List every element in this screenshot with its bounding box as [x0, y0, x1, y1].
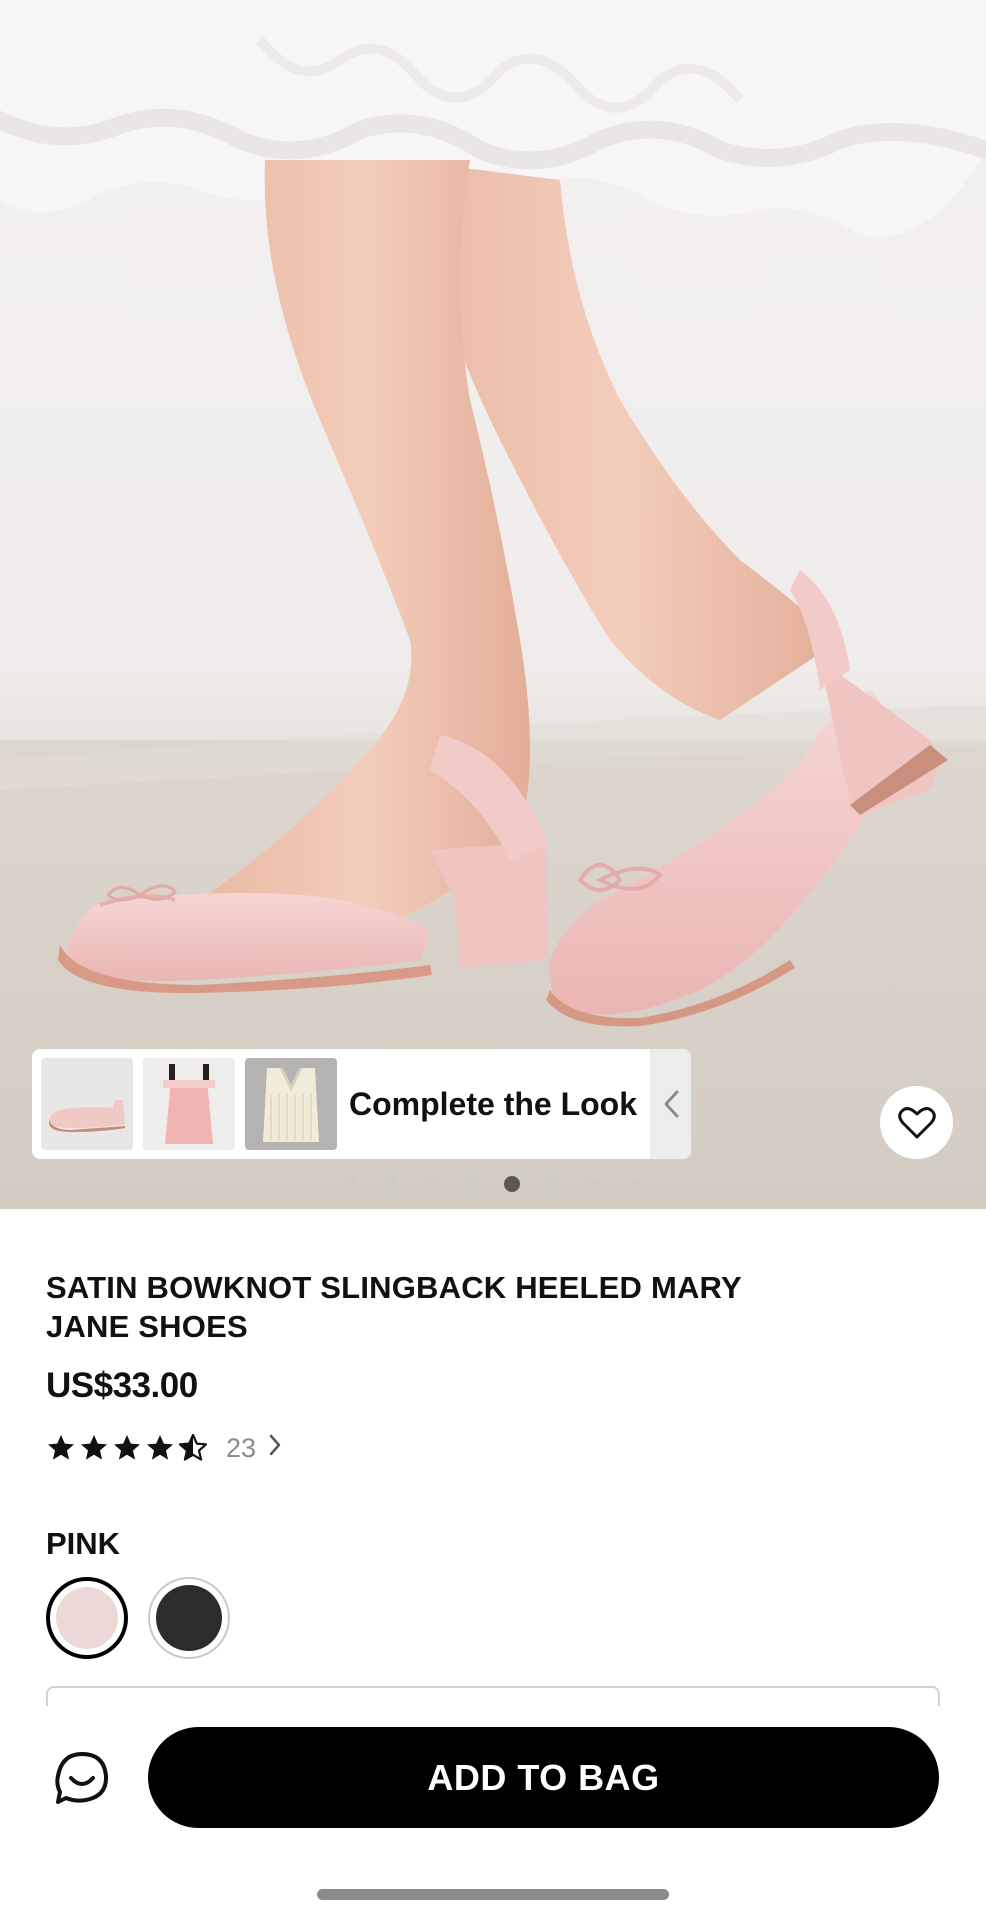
- complete-look-thumb-vest[interactable]: [245, 1058, 337, 1150]
- pagination-dot: [382, 1176, 398, 1192]
- gallery-pagination: [0, 1176, 986, 1192]
- star-icon: [147, 1435, 173, 1460]
- complete-look-thumb-shoe[interactable]: [41, 1058, 133, 1150]
- product-image-gallery[interactable]: Complete the Look: [0, 0, 986, 1209]
- selected-color-name: PINK: [46, 1526, 121, 1561]
- star-icon: [48, 1435, 74, 1460]
- pagination-dot: [628, 1179, 638, 1189]
- product-title: SATIN BOWKNOT SLINGBACK HEELED MARY JANE…: [46, 1270, 742, 1344]
- review-count: 23: [226, 1432, 257, 1463]
- complete-the-look-label: Complete the Look: [349, 1085, 638, 1122]
- favorite-button[interactable]: [880, 1086, 953, 1159]
- star-icon: [178, 1433, 208, 1461]
- complete-the-look-banner[interactable]: Complete the Look: [32, 1049, 691, 1159]
- chat-button[interactable]: [52, 1748, 112, 1808]
- rating-row[interactable]: 23: [46, 1430, 282, 1466]
- chat-icon: [55, 1752, 109, 1804]
- color-swatch-black[interactable]: [148, 1577, 230, 1659]
- pagination-dot: [463, 1176, 479, 1192]
- chevron-left-icon[interactable]: [650, 1049, 691, 1159]
- product-price: US$33.00: [46, 1366, 198, 1405]
- complete-look-thumb-dress[interactable]: [143, 1058, 235, 1150]
- chevron-right-icon: [268, 1432, 282, 1464]
- heart-icon: [897, 1106, 936, 1138]
- pagination-dot: [586, 1177, 600, 1191]
- product-photo: [0, 0, 986, 1209]
- add-to-bag-button[interactable]: ADD TO BAG: [148, 1727, 939, 1828]
- star-icon: [114, 1435, 140, 1460]
- color-swatch-pink[interactable]: [46, 1577, 128, 1659]
- pagination-dot: [342, 1176, 358, 1192]
- star-icon: [81, 1435, 107, 1460]
- home-indicator: [317, 1889, 669, 1900]
- pagination-dot: [504, 1176, 520, 1192]
- rating-stars: [46, 1433, 211, 1463]
- pagination-dot: [544, 1176, 560, 1192]
- pagination-dot: [423, 1176, 439, 1192]
